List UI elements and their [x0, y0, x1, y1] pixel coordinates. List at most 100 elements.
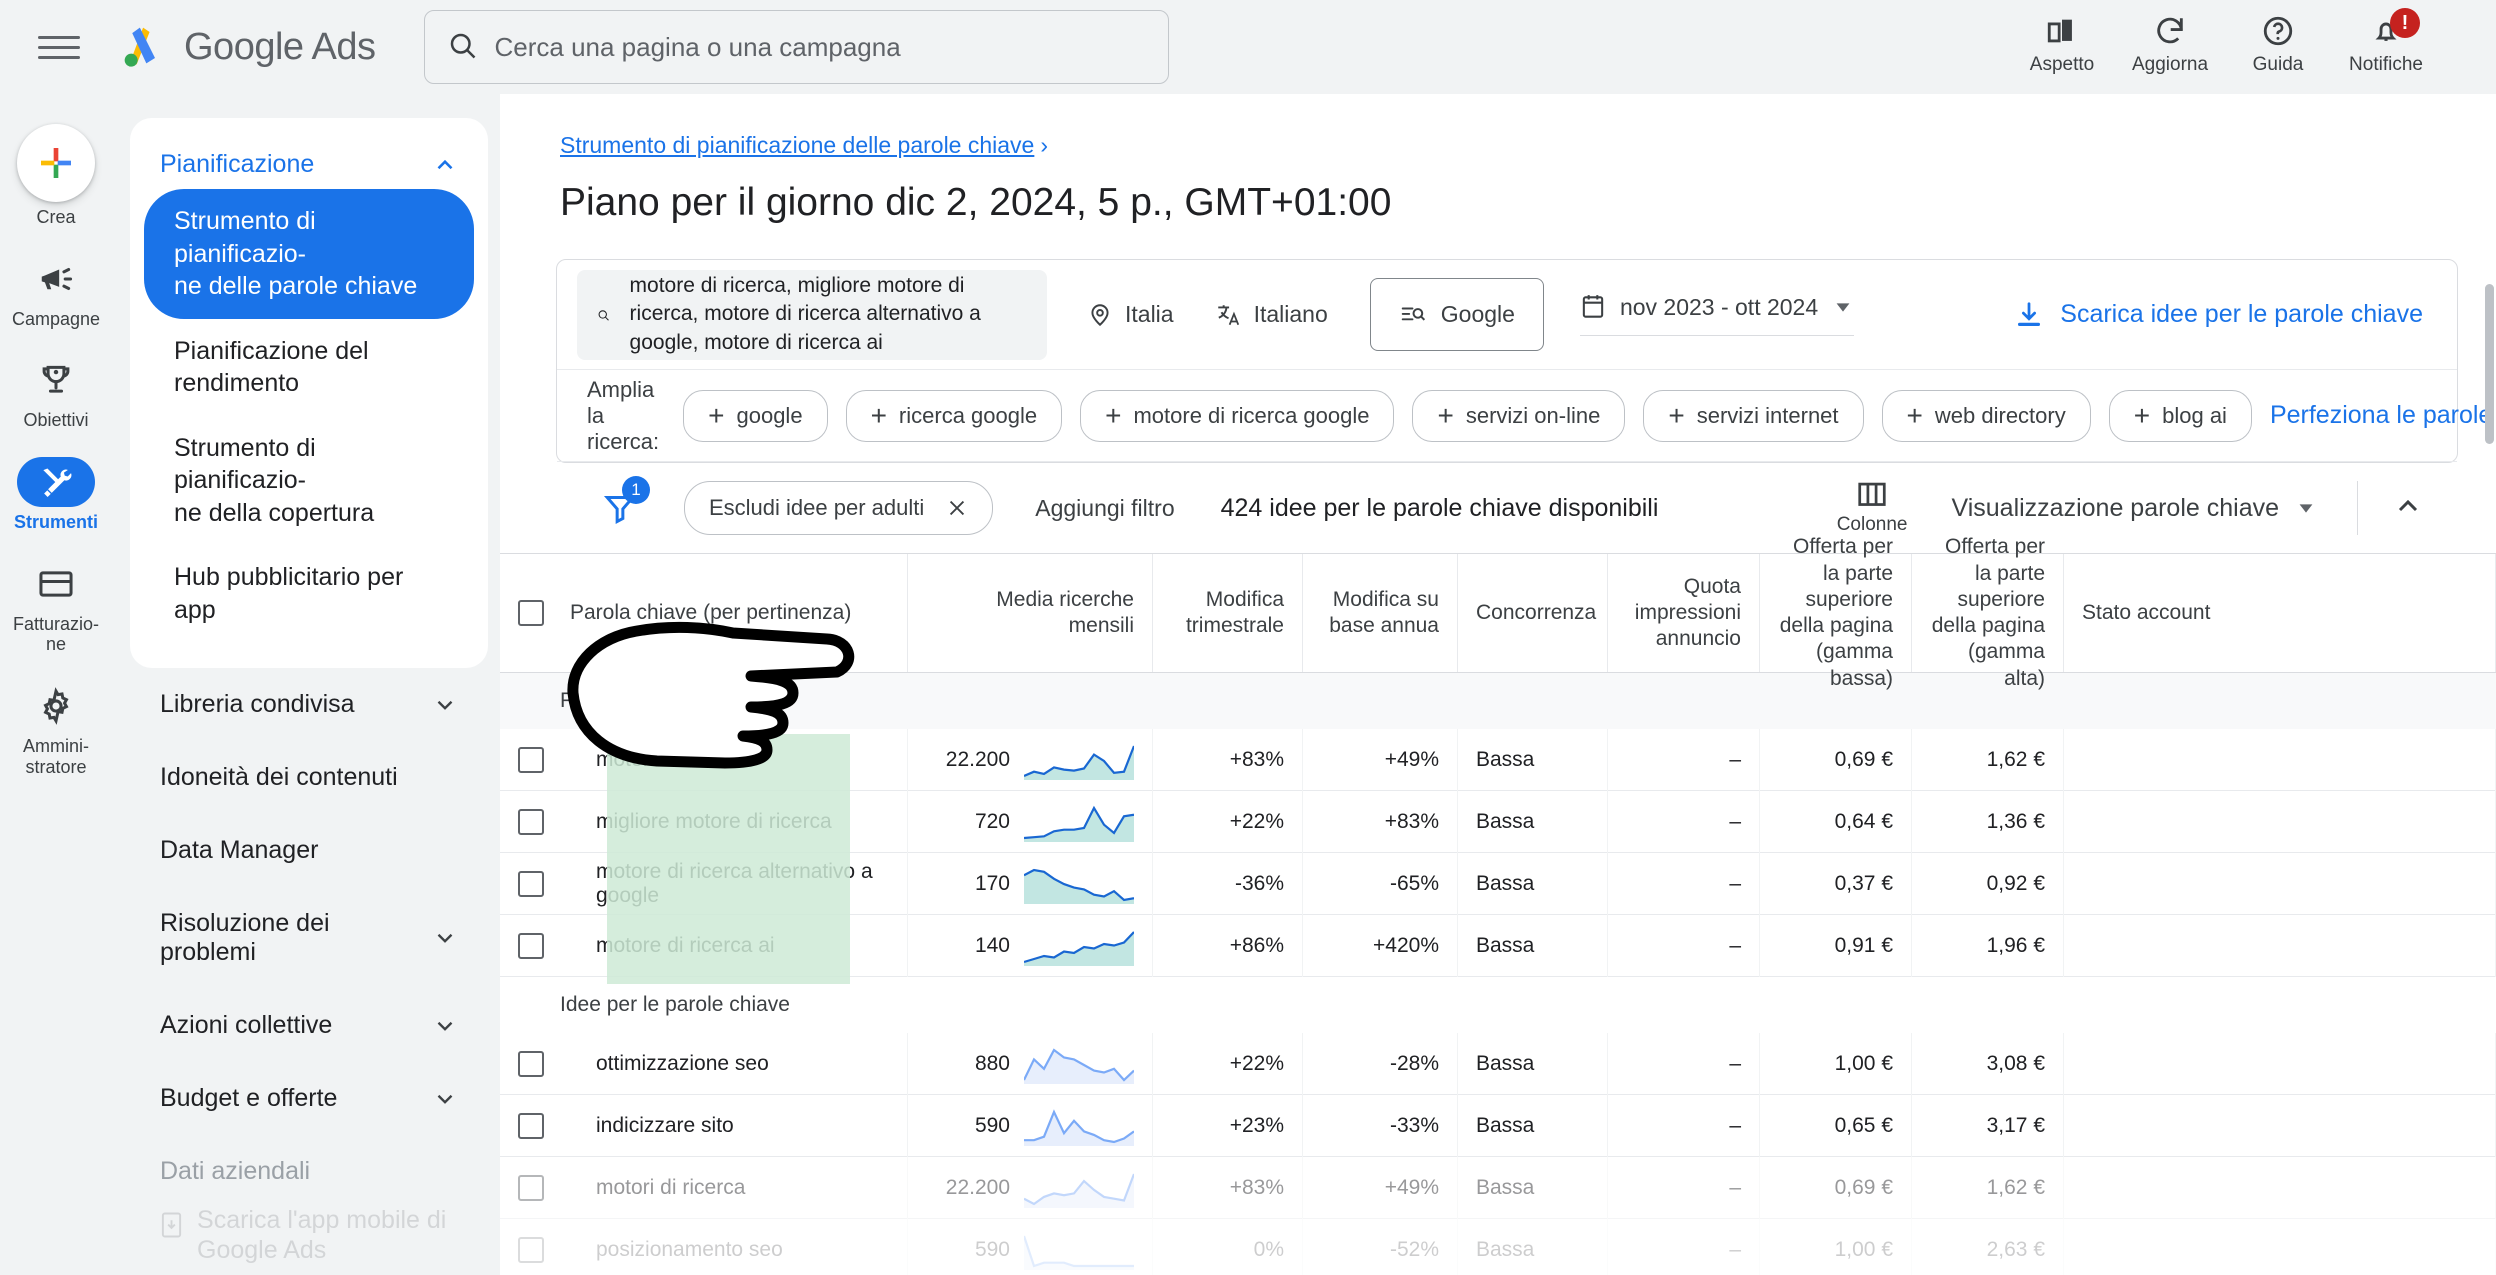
table-row[interactable]: motori di ricerca 22.200 +83% +49% Bassa –0,6… [500, 1156, 2496, 1219]
cell-bid-high: 1,36 € [1912, 790, 2064, 853]
row-checkbox[interactable] [518, 808, 544, 835]
pianificazione-header[interactable]: Pianificazione [130, 136, 488, 189]
cell-keyword[interactable]: ottimizzazione seo [500, 1032, 908, 1095]
volume-value: 140 [974, 933, 1010, 957]
chip-label: servizi on-line [1465, 402, 1601, 428]
notifications-label: Notifiche [2349, 54, 2423, 75]
appearance-button[interactable]: Aspetto [2008, 8, 2116, 76]
menu-icon[interactable] [38, 26, 80, 68]
sidebar-item-obiettivi[interactable]: Obiettivi [0, 343, 112, 443]
download-app-banner[interactable]: Scarica l'app mobile di Google Ads [130, 1205, 488, 1265]
create-button[interactable]: Crea [0, 112, 112, 240]
add-filter-button[interactable]: Aggiungi filtro [1035, 495, 1174, 522]
libreria-label: Libreria condivisa [160, 690, 355, 718]
columns-button[interactable]: Colonne [1837, 480, 1907, 536]
sidebar-item-budget-offerte[interactable]: Budget e offerte [130, 1062, 488, 1135]
download-ideas-link[interactable]: Scarica idee per le parole chiave [2014, 300, 2423, 330]
sidebar-item-keyword-planner[interactable]: Strumento di pianificazio-ne delle parol… [144, 189, 474, 319]
help-button[interactable]: Guida [2224, 8, 2332, 76]
network-selector[interactable]: Google [1369, 278, 1544, 351]
brand[interactable]: Google Ads [116, 19, 376, 76]
view-selector[interactable]: Visualizzazione parole chiave [1951, 494, 2317, 523]
th-quarterly-change[interactable]: Modifica trimestrale [1153, 554, 1303, 672]
expand-chip-google[interactable]: + google [683, 389, 828, 442]
chevron-up-icon [437, 159, 453, 169]
expand-chip-ricerca-google[interactable]: + ricerca google [845, 389, 1063, 442]
cell-competition: Bassa [1458, 1032, 1608, 1095]
collapse-button[interactable] [2392, 490, 2424, 527]
date-range-selector[interactable]: nov 2023 - ott 2024 [1579, 293, 1855, 336]
sidebar-item-strumenti[interactable]: Strumenti [0, 445, 112, 545]
cell-quarterly-change: +83% [1153, 1156, 1303, 1219]
plus-icon: + [1668, 399, 1685, 431]
close-icon[interactable] [946, 497, 968, 519]
th-yearly-change[interactable]: Modifica su base annua [1303, 554, 1458, 672]
language-selector[interactable]: Italiano [1214, 301, 1328, 328]
cell-bid-low: 0,65 € [1760, 1094, 1912, 1157]
select-all-checkbox[interactable] [518, 600, 544, 626]
network-search-icon [1401, 307, 1425, 321]
expand-chip-servizi-on-line[interactable]: + servizi on-line [1412, 389, 1626, 442]
cell-avg-monthly-searches: 590 [908, 1218, 1153, 1275]
filter-chip-adult-ideas[interactable]: Escludi idee per adulti [684, 481, 994, 535]
row-checkbox[interactable] [518, 746, 544, 773]
th-account-status[interactable]: Stato account [2064, 554, 2496, 672]
th-avg-monthly-searches[interactable]: Media ricerche mensili [908, 554, 1153, 672]
th-ad-impression-share[interactable]: Quota impressioni annuncio [1608, 554, 1760, 672]
seed-keywords-value: motore di ricerca, migliore motore di ri… [629, 273, 981, 354]
cell-keyword[interactable]: posizionamento seo [500, 1218, 908, 1275]
filter-button[interactable]: 1 [592, 476, 650, 536]
refine-keywords-link[interactable]: Perfeziona le parole chiave [2270, 401, 2496, 430]
search-input[interactable] [494, 31, 1146, 63]
cell-bid-high: 1,62 € [1912, 1156, 2064, 1219]
cell-impression-share: – [1608, 790, 1760, 853]
expand-chip-servizi-internet[interactable]: + servizi internet [1643, 389, 1864, 442]
table-row[interactable]: posizionamento seo 590 0% -52% Bassa –1,00 €2… [500, 1218, 2496, 1275]
cell-keyword[interactable]: indicizzare sito [500, 1094, 908, 1157]
cell-competition: Bassa [1458, 1156, 1608, 1219]
location-selector[interactable]: Italia [1087, 301, 1174, 328]
sidebar-item-idoneita-contenuti[interactable]: Idoneità dei contenuti [130, 741, 488, 814]
sidebar-item-app-hub[interactable]: Hub pubblicitario per app [144, 545, 474, 642]
sidebar-item-risoluzione-problemi[interactable]: Risoluzione dei problemi [130, 887, 488, 989]
expand-chip-web-directory[interactable]: + web directory [1881, 389, 2091, 442]
cell-bid-high: 1,96 € [1912, 914, 2064, 977]
cell-yearly-change: -52% [1303, 1218, 1458, 1275]
cell-account-status [2064, 1156, 2496, 1219]
table-row[interactable]: indicizzare sito 590 +23% -33% Bassa –0,65 €3… [500, 1094, 2496, 1157]
sidebar-item-performance-planner[interactable]: Pianificazione del rendimento [144, 319, 474, 416]
sidebar-item-libreria-condivisa[interactable]: Libreria condivisa [130, 668, 488, 741]
sidebar-item-amministratore[interactable]: Ammini-stratore [0, 669, 112, 789]
expand-chip-blog-ai[interactable]: + blog ai [2108, 389, 2252, 442]
sidebar-item-data-manager[interactable]: Data Manager [130, 814, 488, 887]
th-competition[interactable]: Concorrenza [1458, 554, 1608, 672]
row-checkbox[interactable] [518, 1174, 544, 1201]
row-checkbox[interactable] [518, 870, 544, 897]
row-checkbox[interactable] [518, 932, 544, 959]
global-search[interactable] [423, 10, 1169, 84]
sidebar-item-fatturazione[interactable]: Fatturazio-ne [0, 547, 112, 667]
th-keyword[interactable]: Parola chiave (per pertinenza) [500, 554, 908, 672]
sidebar-item-dati-aziendali[interactable]: Dati aziendali [130, 1135, 488, 1208]
top-bar: Google Ads Aspetto Aggi [0, 0, 2496, 94]
table-row[interactable]: ottimizzazione seo 880 +22% -28% Bassa –1,00 … [500, 1032, 2496, 1095]
keyword-settings-row: motore di ricerca, migliore motore di ri… [557, 260, 2457, 370]
row-checkbox[interactable] [518, 1050, 544, 1077]
cell-keyword[interactable]: motori di ricerca [500, 1156, 908, 1219]
sidebar-item-azioni-collettive[interactable]: Azioni collettive [130, 989, 488, 1062]
breadcrumb-link[interactable]: Strumento di pianificazione delle parole… [560, 132, 1034, 158]
expand-chip-motore-di-ricerca-google[interactable]: + motore di ricerca google [1080, 389, 1395, 442]
notifications-button[interactable]: ! Notifiche [2332, 8, 2440, 76]
row-checkbox[interactable] [518, 1112, 544, 1139]
sidebar-item-reach-planner[interactable]: Strumento di pianificazio-ne della coper… [144, 416, 474, 546]
page-scrollbar[interactable] [2485, 284, 2494, 444]
keyword-planner-label: Strumento di pianificazio-ne delle parol… [174, 207, 418, 300]
cell-bid-low: 1,00 € [1760, 1218, 1912, 1275]
seed-keywords-field[interactable]: motore di ricerca, migliore motore di ri… [577, 269, 1047, 360]
th-bid-high[interactable]: Offerta per la parte superiore della pag… [1912, 535, 2064, 690]
th-bid-low[interactable]: Offerta per la parte superiore della pag… [1760, 535, 1912, 690]
row-checkbox[interactable] [518, 1236, 544, 1263]
cell-avg-monthly-searches: 880 [908, 1032, 1153, 1095]
refresh-button[interactable]: Aggiorna [2116, 8, 2224, 76]
sidebar-item-campagne[interactable]: Campagne [0, 242, 112, 342]
